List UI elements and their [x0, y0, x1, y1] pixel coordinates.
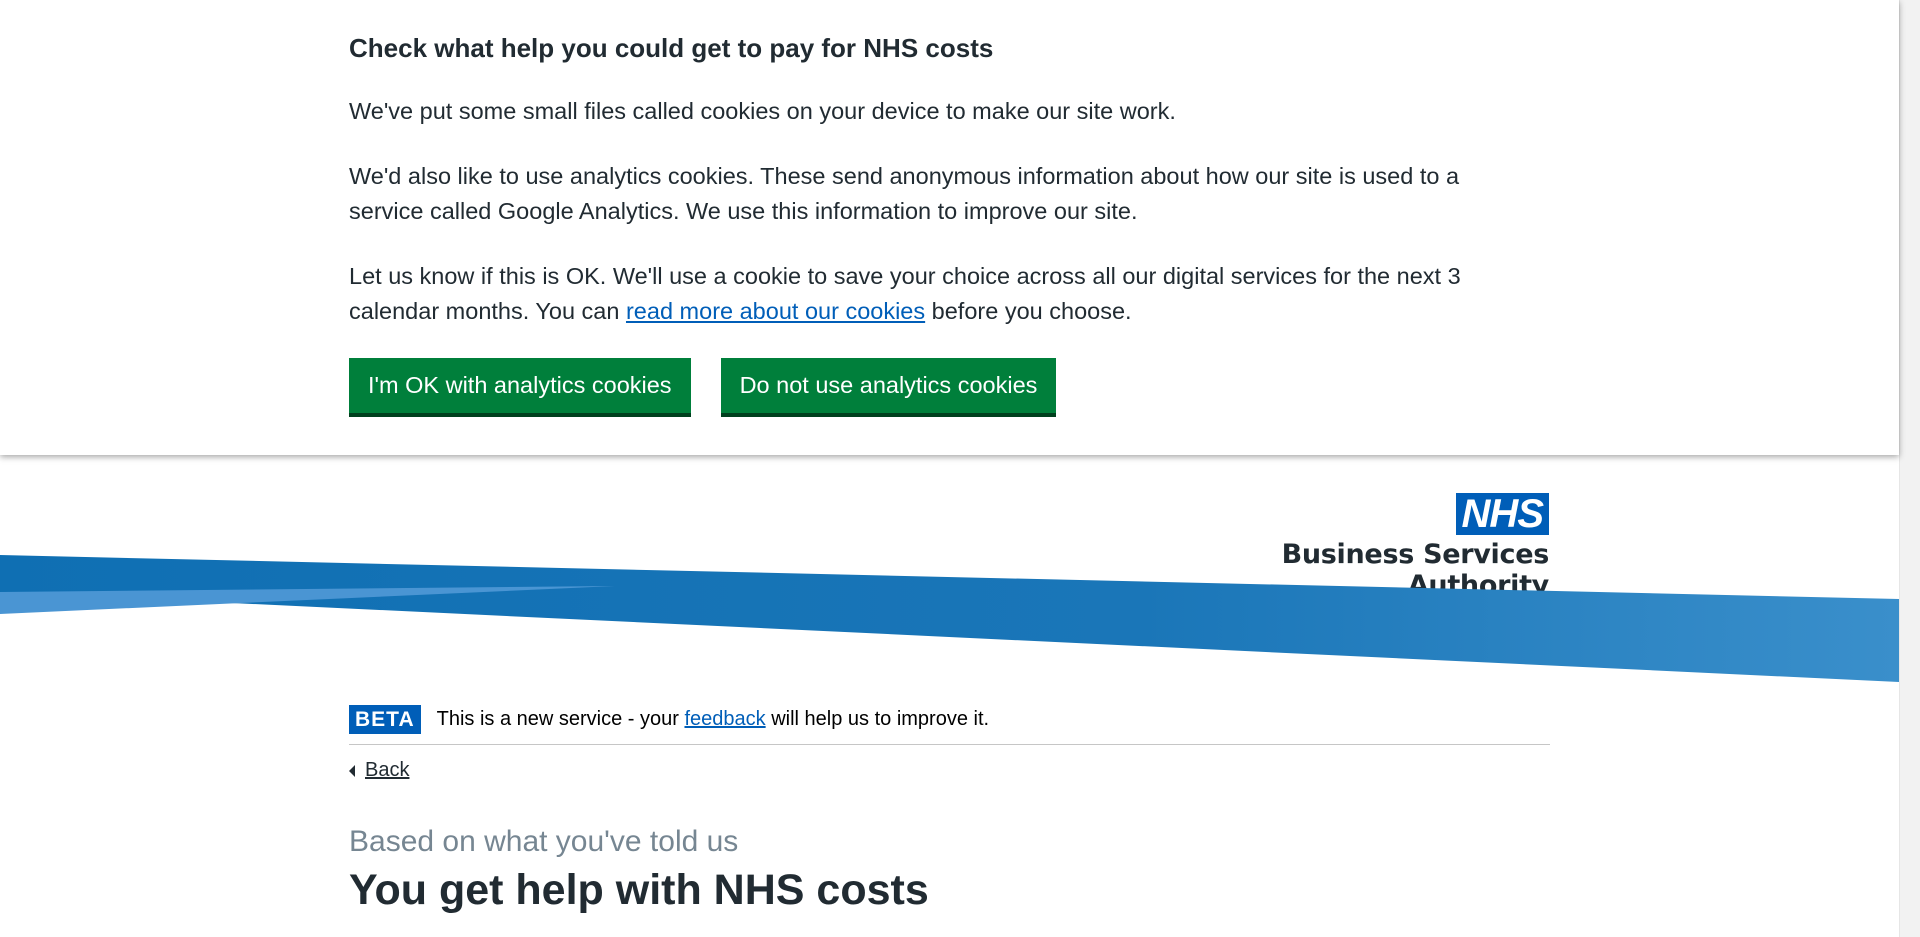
- cookie-buttons: I'm OK with analytics cookies Do not use…: [349, 358, 1489, 413]
- chevron-left-icon: [349, 764, 355, 777]
- cookie-banner-content: Check what help you could get to pay for…: [349, 0, 1489, 413]
- nhs-logo-mark: NHS: [1455, 493, 1549, 535]
- page: Check what help you could get to pay for…: [0, 0, 1920, 937]
- cookie-banner: Check what help you could get to pay for…: [0, 0, 1899, 455]
- page-caption: Based on what you've told us: [349, 825, 739, 858]
- feedback-link[interactable]: feedback: [684, 708, 765, 730]
- cookie-consent-line1: Let us know if this is OK. We'll use a c…: [349, 263, 1461, 289]
- beta-tag: BETA: [349, 705, 421, 734]
- cookie-analytics-text: We'd also like to use analytics cookies.…: [349, 163, 1460, 224]
- phase-banner-text: This is a new service - your feedback wi…: [437, 708, 989, 731]
- cookie-intro-text: We've put some small files called cookie…: [349, 98, 1176, 124]
- reject-analytics-cookies-button[interactable]: Do not use analytics cookies: [720, 358, 1057, 413]
- page-scrollbar[interactable]: [1899, 0, 1920, 937]
- header-swoosh-graphic: [0, 555, 1899, 682]
- cookie-consent-line2-after: before you choose.: [925, 298, 1132, 324]
- cookie-banner-title: Check what help you could get to pay for…: [349, 33, 994, 63]
- site-header: NHS Business Services Authority: [0, 455, 1899, 685]
- main-content: BETA This is a new service - your feedba…: [349, 705, 1550, 914]
- back-link-label: Back: [365, 759, 410, 781]
- cookie-consent-text: Let us know if this is OK. We'll use a c…: [349, 259, 1489, 329]
- phase-banner-text-after: will help us to improve it.: [765, 708, 990, 730]
- phase-banner-text-before: This is a new service - your: [436, 708, 685, 730]
- phase-banner: BETA This is a new service - your feedba…: [349, 705, 1550, 745]
- read-more-cookies-link[interactable]: read more about our cookies: [626, 298, 925, 324]
- cookie-consent-line2-before: calendar months. You can: [349, 298, 626, 324]
- accept-analytics-cookies-button[interactable]: I'm OK with analytics cookies: [349, 358, 691, 413]
- page-title: You get help with NHS costs: [349, 866, 929, 914]
- back-link[interactable]: Back: [349, 759, 409, 782]
